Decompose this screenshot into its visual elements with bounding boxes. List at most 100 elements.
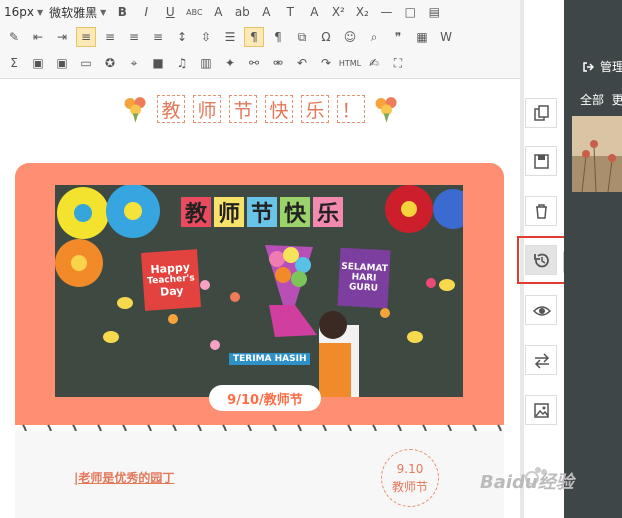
bold-button[interactable]: B [112,2,132,22]
tab-all[interactable]: 全部 [580,93,604,107]
indent-icon: ⇥ [56,30,68,44]
magic-wand-icon: ✦ [224,56,236,70]
banner-char: 师 [214,197,244,227]
outdent-button[interactable]: ⇤ [28,27,48,47]
swap-button[interactable] [525,345,557,375]
redo-button[interactable]: ↷ [316,53,336,73]
underline-button[interactable]: U [160,2,180,22]
word-import-button[interactable]: W [436,27,456,47]
font-family-select[interactable]: 微软雅黑 ▼ [49,2,106,22]
letter-spacing-button[interactable]: A [304,2,324,22]
indent-button[interactable]: ⇥ [52,27,72,47]
align-center-button[interactable]: ≡ [100,27,120,47]
insert-image-button[interactable] [525,395,557,425]
image-button[interactable]: ▣ [28,53,48,73]
happy-line: Day [159,284,184,299]
video-icon: ■ [152,56,164,70]
save-button[interactable] [525,146,557,176]
date-stamp: 9.10 教师节 [381,449,439,507]
paragraph-mark-button[interactable]: ¶ [244,27,264,47]
multi-image-button[interactable]: ▣ [52,53,72,73]
attachment-button[interactable]: ▥ [196,53,216,73]
blockquote-icon: ❞ [394,30,402,44]
strikethrough-button[interactable]: ABC [184,2,204,22]
text-shadow-button[interactable]: T [280,2,300,22]
teachers-day-photo: 教师节快乐 Happy Teacher's Day SELAMAT HARI G… [55,185,463,397]
word-import-icon: W [440,30,452,44]
copy-icon [533,104,549,121]
special-char-button[interactable]: Ω [316,27,336,47]
tab-more[interactable]: 更 [612,93,622,107]
formula-button[interactable]: Σ [4,53,24,73]
preview-button[interactable] [525,295,557,325]
eraser-button[interactable]: ✎ [4,27,24,47]
music-button[interactable]: ♫ [172,53,192,73]
subscript-button[interactable]: X₂ [352,2,372,22]
edit-button[interactable]: ✍ [364,53,384,73]
template-button[interactable]: ▭ [76,53,96,73]
emoticon-button[interactable]: ☺ [340,27,360,47]
align-center-icon: ≡ [104,30,116,44]
date-label: 9/10/教师节 [209,385,321,411]
blockquote-button[interactable]: ❞ [388,27,408,47]
bold-icon: B [117,5,127,19]
bouquet-icon [124,97,146,123]
calendar-card[interactable]: 教师节快乐 Happy Teacher's Day SELAMAT HARI G… [15,163,504,425]
background-color-button[interactable]: ab [232,2,252,22]
new-document-icon: □ [404,5,416,19]
align-justify-button[interactable]: ≡ [148,27,168,47]
line-height-icon: ↕ [176,30,188,44]
paste-button[interactable]: ▤ [424,2,444,22]
font-family-value: 微软雅黑 [49,5,98,20]
chevron-down-icon: ▼ [100,7,107,17]
heading-char: 乐 [301,95,329,123]
template-thumbnail[interactable] [572,116,622,193]
align-right-button[interactable]: ≡ [124,27,144,47]
bouquet-icon [375,97,397,123]
unlink-button[interactable]: ⚮ [268,53,288,73]
delete-button[interactable] [525,196,557,226]
font-color-icon: A [214,5,223,19]
italic-button[interactable]: I [136,2,156,22]
font-size-select[interactable]: 16px ▼ [4,2,43,22]
special-char-icon: Ω [321,30,331,44]
text-border-button[interactable]: A [256,2,276,22]
banner: 教师节快乐 [181,197,346,227]
html-button[interactable]: HTML [339,53,361,73]
terima-kasih-banner: TERIMA HASIH [229,353,311,365]
font-color-button[interactable]: A [208,2,228,22]
map-button[interactable]: ⌖ [124,53,144,73]
paragraph-spacing-button[interactable]: ⇳ [196,27,216,47]
clear-format-icon: — [380,5,393,19]
heading-char: ！ [337,95,365,123]
editor-canvas[interactable]: 教师节快乐！ 教师 节 快 乐 Happy Teacher's Day SELA… [0,79,519,518]
scrawl-button[interactable]: ✪ [100,53,120,73]
logout-icon [583,61,594,72]
banner-char: 节 [247,197,277,227]
fullscreen-button[interactable]: ⛶ [388,53,408,73]
banner-char: 乐 [313,197,343,227]
copy-button[interactable] [525,98,557,128]
line-height-button[interactable]: ↕ [172,27,192,47]
stamp-date: 9.10 [396,462,424,476]
undo-button[interactable]: ↶ [292,53,312,73]
new-document-button[interactable]: □ [400,2,420,22]
align-left-button[interactable]: ≡ [76,27,96,47]
link-button[interactable]: ⚯ [244,53,264,73]
clear-format-button[interactable]: — [376,2,396,22]
rtl-button[interactable]: ¶ [268,27,288,47]
formula-icon: Σ [10,56,18,70]
manage-link[interactable]: 管理 [582,58,622,75]
map-icon: ⌖ [130,55,138,70]
find-button[interactable]: ⌕ [364,27,384,47]
superscript-button[interactable]: X² [328,2,348,22]
table-button[interactable]: ▦ [412,27,432,47]
format-painter-button[interactable]: ⧉ [292,27,312,47]
font-size-value: 16px [4,5,34,19]
attachment-icon: ▥ [200,56,212,70]
stamp-label: 教师节 [391,480,428,494]
video-button[interactable]: ■ [148,53,168,73]
watermark-text: Baidu经验 [480,472,574,493]
list-button[interactable]: ☰ [220,27,240,47]
magic-wand-button[interactable]: ✦ [220,53,240,73]
